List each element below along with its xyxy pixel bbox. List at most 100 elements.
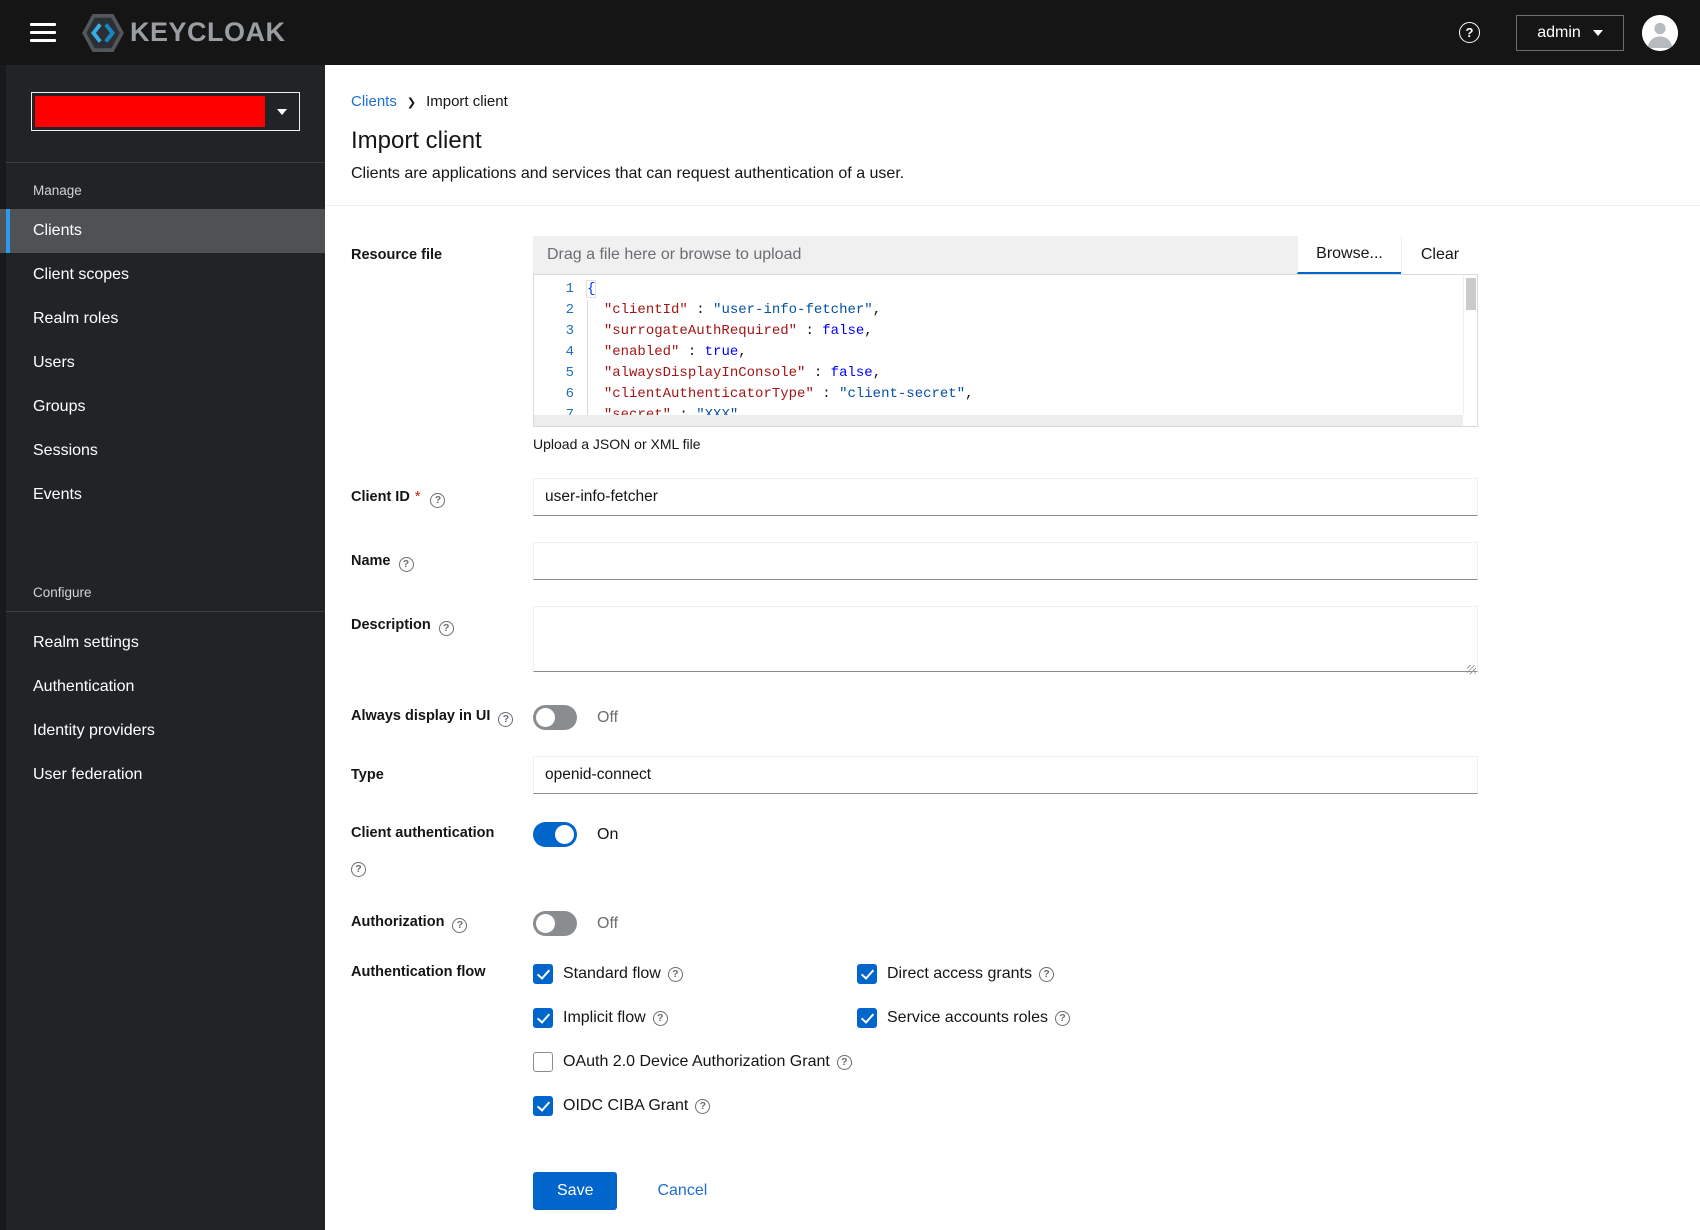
always-display-label: Always display in UI? [351,703,533,730]
checkbox-oauth-2-0-device-authorization-grant[interactable]: OAuth 2.0 Device Authorization Grant? [533,1052,857,1073]
name-label: Name? [351,542,533,580]
toggle-track [533,822,577,847]
nav-gap [0,517,325,565]
breadcrumb-current: Import client [426,93,508,110]
code-line: 3 "surrogateAuthRequired" : false, [534,321,1477,342]
client-auth-toggle[interactable]: On [533,820,1478,847]
checkbox-standard-flow[interactable]: Standard flow? [533,964,857,985]
breadcrumb: Clients ❯ Import client [351,93,1674,110]
toggle-track [533,911,577,937]
sidebar-item-clients[interactable]: Clients [0,209,325,253]
line-number: 5 [565,365,574,381]
chevron-down-icon [265,108,299,115]
sidebar-item-client-scopes[interactable]: Client scopes [0,253,325,297]
help-icon[interactable]: ? [498,712,514,728]
type-label: Type [351,767,384,783]
sidebar-item-user-federation[interactable]: User federation [0,753,325,797]
hamburger-bar [30,38,56,42]
sidebar-item-identity-providers[interactable]: Identity providers [0,709,325,753]
authorization-row: Authorization? Off [351,909,1700,937]
line-number: 2 [565,302,574,318]
nav-section-title-configure: Configure [33,585,92,600]
help-icon[interactable]: ? [667,966,683,982]
checkbox-service-accounts-roles[interactable]: Service accounts roles? [857,1008,1478,1029]
code-editor[interactable]: 1{2 "clientId" : "user-info-fetcher", 3 "… [533,274,1478,427]
avatar-person-icon [1642,14,1678,51]
editor-horizontal-scrollbar[interactable] [534,415,1463,426]
code-line: 2 "clientId" : "user-info-fetcher", [534,300,1477,321]
form-actions: Save Cancel [351,1172,1700,1211]
name-input[interactable] [533,542,1478,580]
help-icon[interactable]: ? [1054,1010,1070,1026]
checkbox-checked-icon [857,964,877,985]
page-title: Import client [351,127,482,154]
authorization-toggle[interactable]: Off [533,909,1478,937]
realm-selector[interactable] [31,92,300,131]
help-icon[interactable]: ? [430,493,446,509]
avatar[interactable] [1642,14,1678,51]
code-line: 4 "enabled" : true, [534,342,1477,363]
resource-file-label: Resource file [351,247,443,263]
type-input[interactable] [533,756,1478,794]
help-icon[interactable]: ? [351,862,366,878]
sidebar-item-events[interactable]: Events [0,473,325,517]
client-auth-row: Client authentication ? On [351,820,1700,878]
code-line-content: "alwaysDisplayInConsole" : false, [574,363,881,384]
nav-toggle-button[interactable] [30,23,56,42]
always-display-toggle[interactable]: Off [533,703,1478,730]
client-id-input[interactable] [533,478,1478,516]
checkbox-label: OIDC CIBA Grant [563,1097,689,1115]
sidebar-item-groups[interactable]: Groups [0,385,325,429]
help-icon[interactable]: ? [1038,966,1054,982]
help-icon[interactable]: ? [836,1054,852,1070]
hamburger-bar [30,23,56,27]
description-textarea[interactable] [533,606,1478,672]
nav-list-configure: Realm settings Authentication Identity pro… [0,621,325,797]
masthead: KEYCLOAK ? admin [0,0,1700,65]
help-icon[interactable]: ? [452,918,468,934]
cancel-button[interactable]: Cancel [657,1182,707,1200]
nav-list-manage: Clients Client scopes Realm roles Users Grou… [0,209,325,517]
checkbox-label: Implicit flow [563,1009,646,1027]
file-drop-zone[interactable]: Drag a file here or browse to upload [533,236,1297,274]
help-icon[interactable]: ? [1459,22,1480,43]
breadcrumb-link-clients[interactable]: Clients [351,93,397,110]
help-icon[interactable]: ? [652,1010,668,1026]
toggle-state-label: Off [597,708,619,726]
chevron-down-icon [1592,29,1603,36]
client-id-row: Client ID *? [351,478,1700,516]
always-display-row: Always display in UI? Off [351,703,1700,730]
help-icon[interactable]: ? [695,1098,711,1114]
user-menu-label: admin [1537,23,1581,41]
sidebar-item-realm-settings[interactable]: Realm settings [0,621,325,665]
scrollbar-thumb[interactable] [1465,278,1476,310]
save-button[interactable]: Save [533,1172,618,1211]
checkbox-oidc-ciba-grant[interactable]: OIDC CIBA Grant? [533,1096,857,1117]
toggle-track [533,705,577,730]
checkbox-direct-access-grants[interactable]: Direct access grants? [857,964,1478,985]
sidebar-item-sessions[interactable]: Sessions [0,429,325,473]
upload-helper-text: Upload a JSON or XML file [533,436,701,452]
line-number: 4 [565,344,574,360]
clear-button[interactable]: Clear [1401,236,1478,274]
sidebar-item-users[interactable]: Users [0,341,325,385]
checkbox-checked-icon [533,964,553,985]
toggle-knob [536,914,555,934]
sidebar-item-authentication[interactable]: Authentication [0,665,325,709]
code-line-content: "surrogateAuthRequired" : false, [574,321,873,342]
editor-vertical-scrollbar[interactable] [1463,276,1477,414]
help-icon[interactable]: ? [398,557,414,573]
browse-button[interactable]: Browse... [1297,236,1401,274]
user-menu-dropdown[interactable]: admin [1516,14,1624,51]
line-number: 3 [565,323,574,339]
checkbox-implicit-flow[interactable]: Implicit flow? [533,1008,857,1029]
file-upload: Drag a file here or browse to upload Bro… [533,236,1478,274]
sidebar-item-realm-roles[interactable]: Realm roles [0,297,325,341]
breadcrumb-separator-icon: ❯ [406,97,417,109]
help-icon[interactable]: ? [438,621,454,637]
code-editor-lines: 1{2 "clientId" : "user-info-fetcher", 3 "… [534,279,1477,426]
app-root: KEYCLOAK ? admin Manage Clients Client s… [0,0,1700,1230]
import-client-form: Resource file Drag a file here or browse… [325,206,1700,1211]
code-line: 1{ [534,279,1477,300]
keycloak-logo[interactable]: KEYCLOAK [82,13,286,52]
